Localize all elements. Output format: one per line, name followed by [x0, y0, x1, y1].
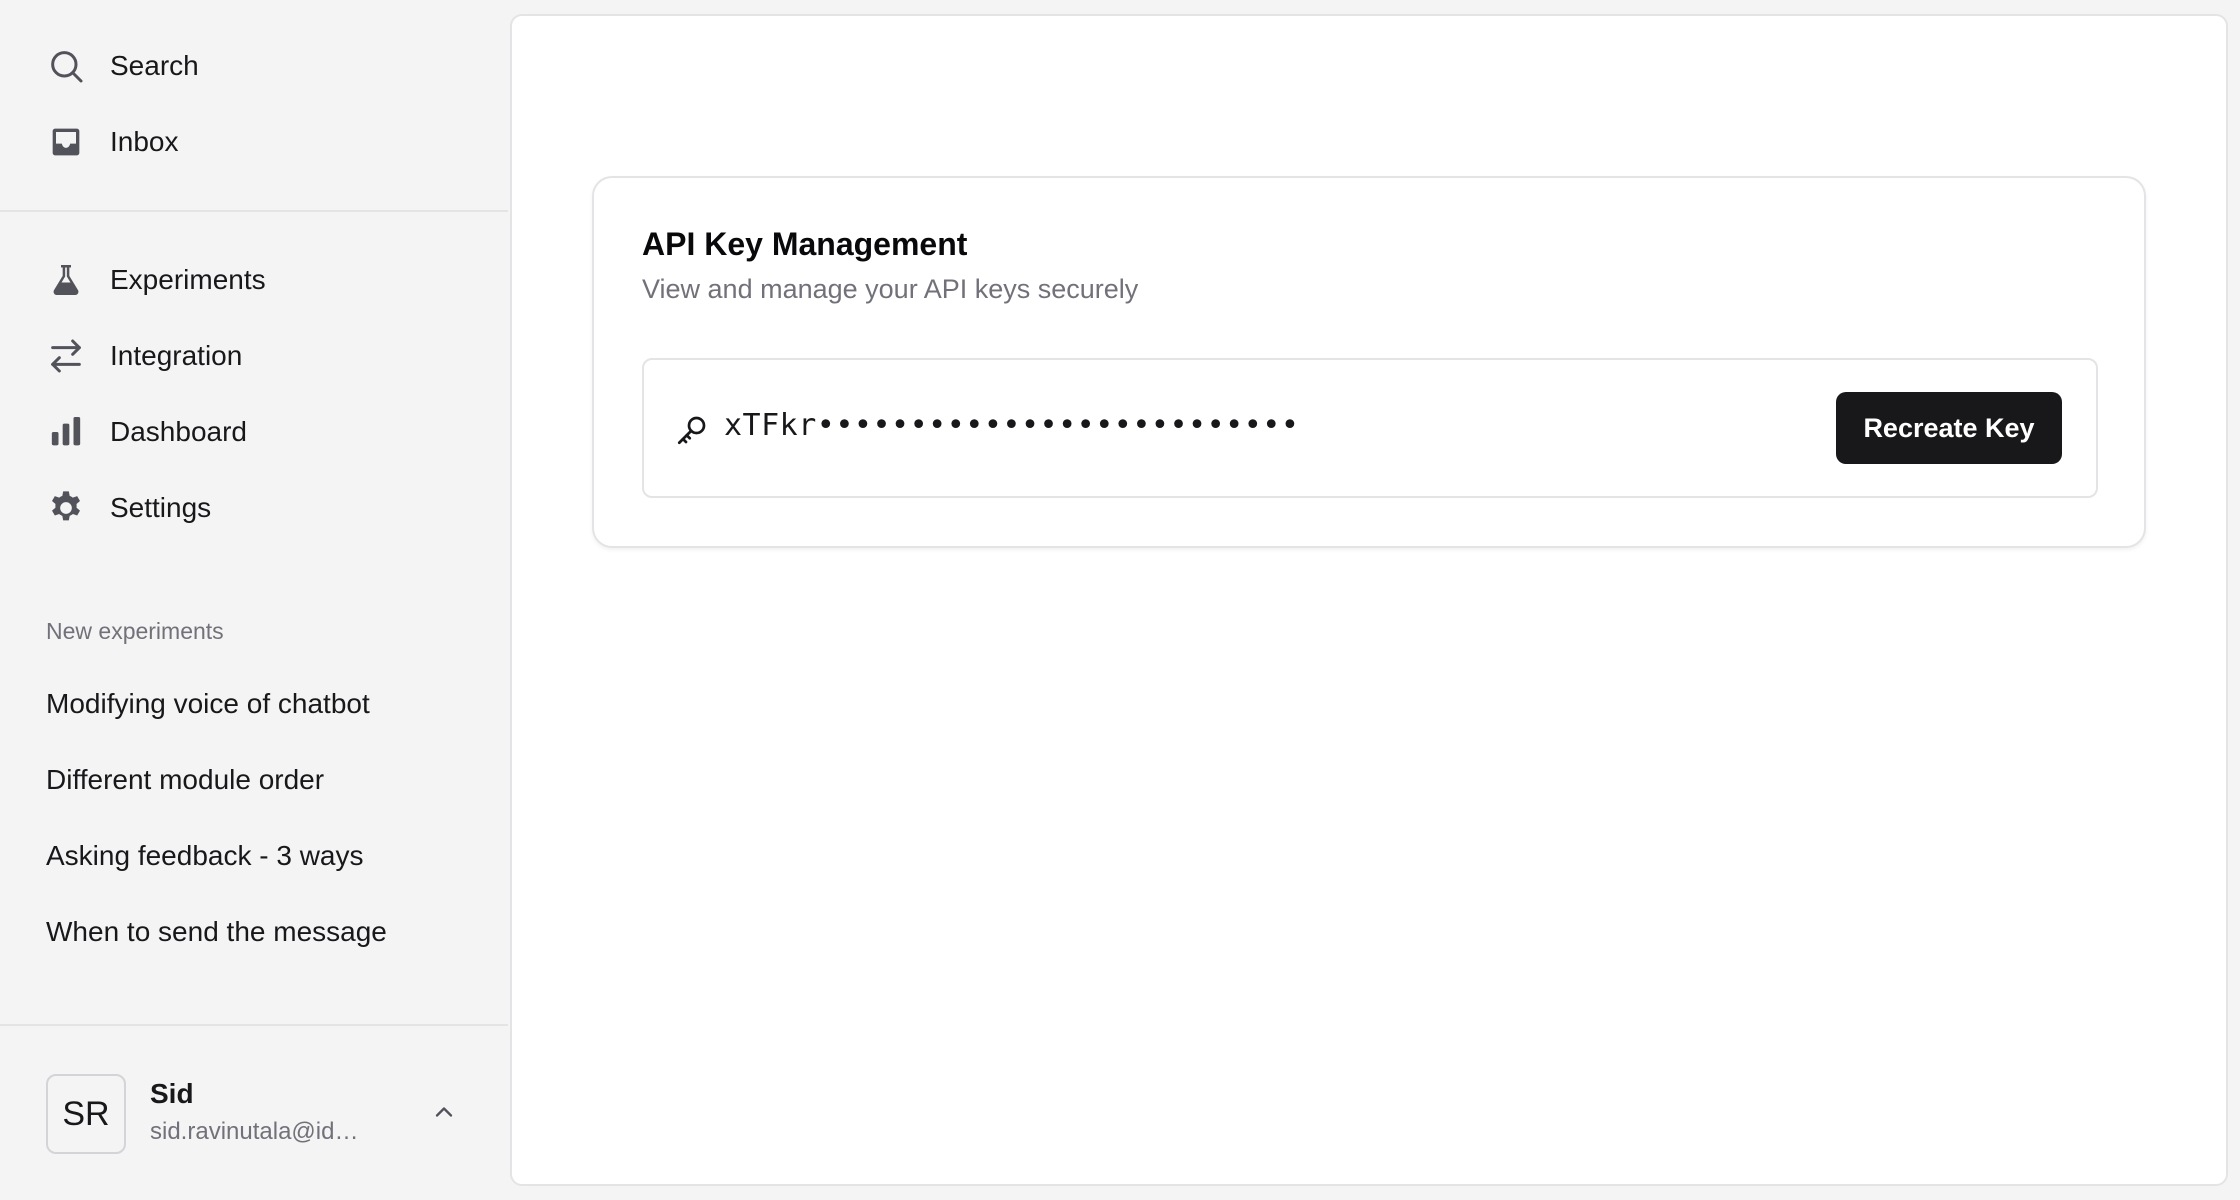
search-icon	[46, 46, 86, 86]
main-panel: API Key Management View and manage your …	[510, 14, 2228, 1186]
experiment-item[interactable]: Modifying voice of chatbot	[46, 688, 370, 720]
sidebar-item-dashboard[interactable]: Dashboard	[46, 402, 466, 462]
sidebar-item-label: Search	[110, 50, 199, 81]
user-email: sid.ravinutala@idinsig...	[150, 1118, 360, 1145]
gear-icon	[46, 488, 86, 528]
sidebar-item-label: Integration	[110, 340, 243, 371]
sidebar-item-label: Dashboard	[110, 416, 247, 447]
card-title: API Key Management	[642, 226, 968, 262]
api-key-field: xTFkr•••••••••••••••••••••••••• Recreate…	[642, 358, 2098, 498]
sidebar-divider	[0, 210, 508, 212]
api-key-value: xTFkr••••••••••••••••••••••••••	[724, 408, 1300, 443]
sidebar-item-search[interactable]: Search	[46, 36, 466, 96]
sidebar-item-inbox[interactable]: Inbox	[46, 112, 466, 172]
recreate-key-button[interactable]: Recreate Key	[1836, 392, 2062, 464]
user-name: Sid	[150, 1078, 194, 1109]
experiment-item[interactable]: Different module order	[46, 764, 324, 796]
sidebar-item-settings[interactable]: Settings	[46, 478, 466, 538]
experiment-item[interactable]: When to send the message	[46, 916, 387, 948]
sidebar-item-label: Settings	[110, 492, 212, 523]
user-profile[interactable]: SR Sid sid.ravinutala@idinsig...	[46, 1074, 466, 1154]
chevron-up-icon[interactable]	[426, 1094, 462, 1130]
sidebar: Search Inbox Experiments Integration Das…	[0, 0, 508, 1200]
sidebar-item-integration[interactable]: Integration	[46, 326, 466, 386]
sidebar-item-experiments[interactable]: Experiments	[46, 250, 466, 310]
section-title-new-experiments: New experiments	[46, 618, 224, 644]
sidebar-item-label: Inbox	[110, 126, 179, 157]
arrows-icon	[46, 336, 86, 376]
card-subtitle: View and manage your API keys securely	[642, 274, 1139, 304]
flask-icon	[46, 260, 86, 300]
avatar: SR	[46, 1074, 126, 1154]
sidebar-item-label: Experiments	[110, 264, 266, 295]
api-key-card: API Key Management View and manage your …	[592, 176, 2146, 548]
sidebar-divider	[0, 1024, 508, 1026]
experiment-item[interactable]: Asking feedback - 3 ways	[46, 840, 364, 872]
key-icon	[674, 412, 710, 448]
inbox-icon	[46, 122, 86, 162]
bar-chart-icon	[46, 412, 86, 452]
